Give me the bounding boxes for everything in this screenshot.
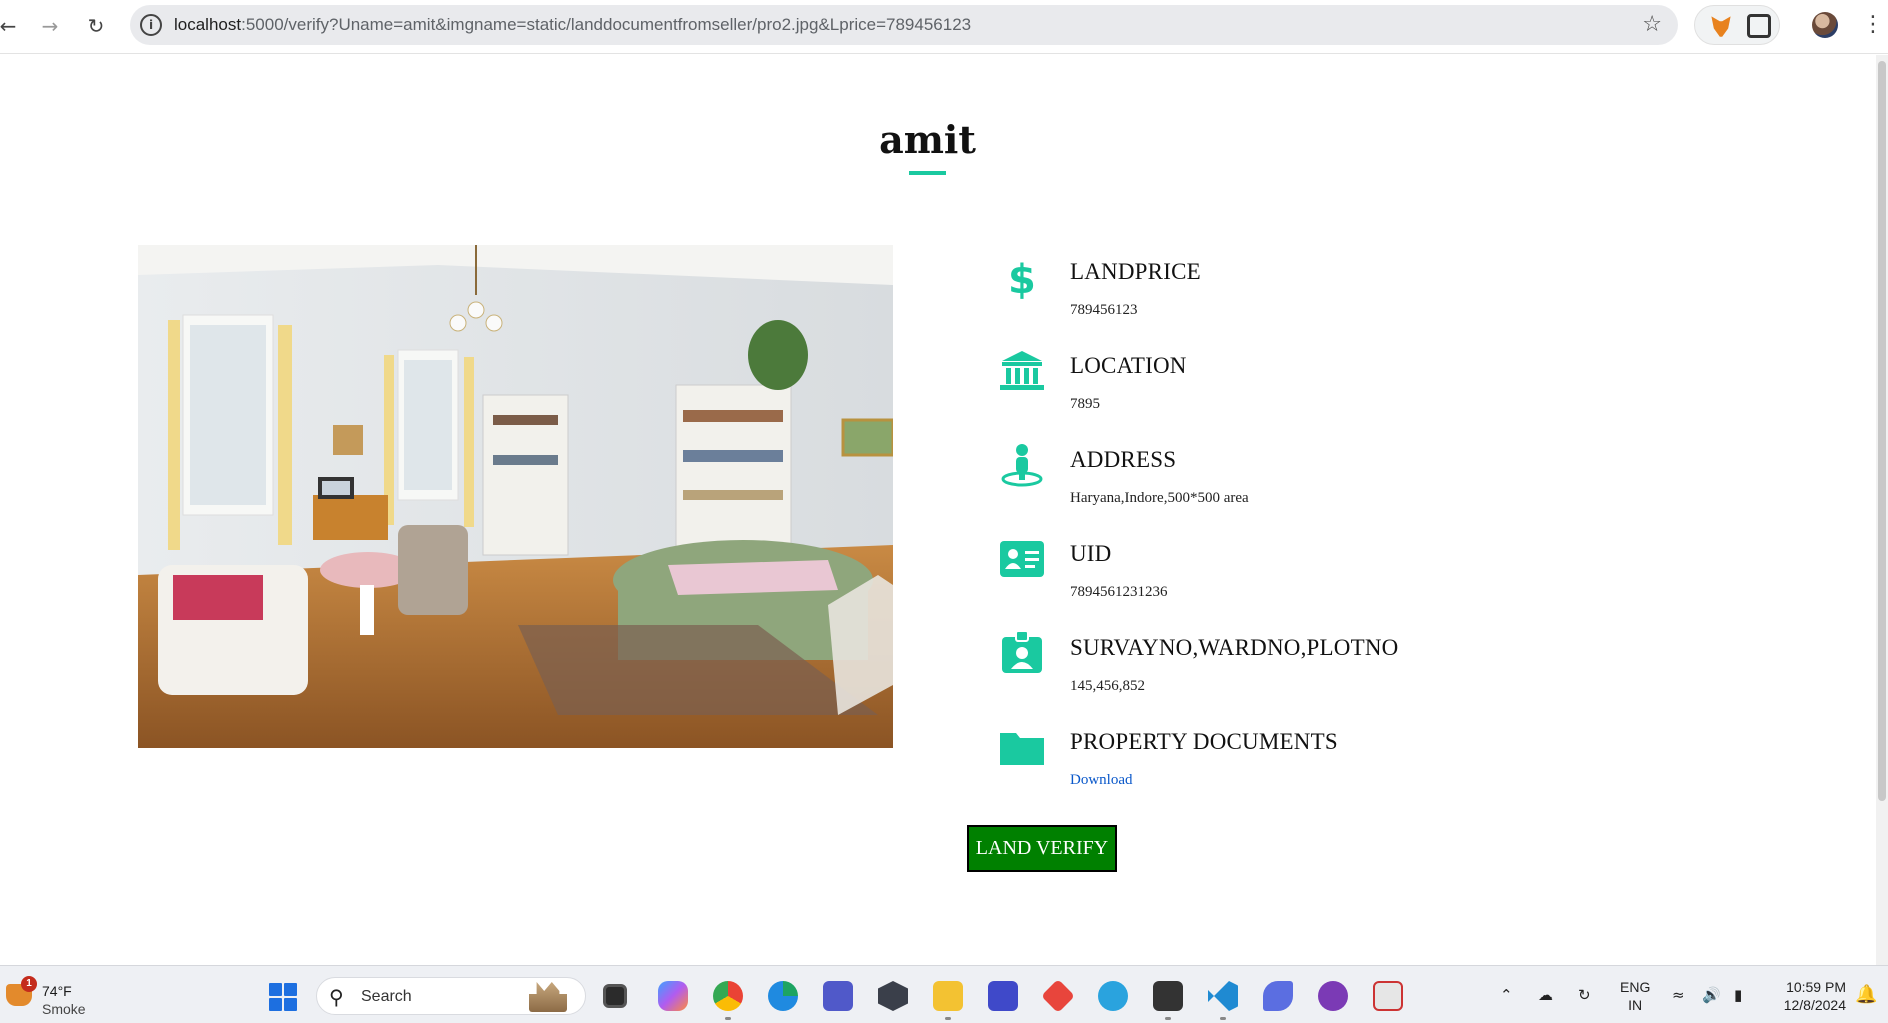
detail-property-documents: PROPERTY DOCUMENTS Download bbox=[1000, 715, 1720, 809]
detail-location: LOCATION 7895 bbox=[1000, 339, 1720, 433]
detail-value: 145,456,852 bbox=[1070, 678, 1145, 694]
battery-icon[interactable]: ▮ bbox=[1734, 966, 1742, 1023]
page-scrollbar[interactable] bbox=[1876, 55, 1888, 965]
badge-icon bbox=[1002, 631, 1042, 673]
dollar-icon: $ bbox=[1008, 257, 1036, 299]
vs-icon[interactable] bbox=[988, 981, 1018, 1011]
detail-value: Haryana,Indore,500*500 area bbox=[1070, 490, 1249, 506]
id-card-icon bbox=[1000, 541, 1044, 577]
property-details: $ LANDPRICE 789456123 LOCATION 7895 ADDR… bbox=[1000, 245, 1720, 809]
vscode-icon[interactable] bbox=[1208, 981, 1238, 1011]
profile-avatar[interactable] bbox=[1812, 12, 1838, 38]
language-indicator[interactable]: ENG IN bbox=[1620, 978, 1650, 1014]
detail-label: SURVAYNO,WARDNO,PLOTNO bbox=[1070, 635, 1399, 660]
detail-uid: UID 7894561231236 bbox=[1000, 527, 1720, 621]
running-indicator bbox=[945, 1017, 951, 1020]
search-highlight-icon bbox=[529, 982, 567, 1012]
lang-code: ENG bbox=[1620, 979, 1651, 995]
detail-label: LOCATION bbox=[1070, 353, 1187, 378]
file-explorer-icon[interactable] bbox=[933, 981, 963, 1011]
volume-icon[interactable]: 🔊 bbox=[1702, 966, 1721, 1023]
detail-landprice: $ LANDPRICE 789456123 bbox=[1000, 245, 1720, 339]
notification-badge: 1 bbox=[21, 976, 37, 992]
back-icon[interactable]: ← bbox=[0, 12, 22, 40]
notifications-bell-icon[interactable]: 🔔 bbox=[1855, 984, 1877, 1005]
scrollbar-thumb[interactable] bbox=[1878, 61, 1886, 801]
url-text[interactable]: localhost:5000/verify?Uname=amit&imgname… bbox=[174, 15, 971, 35]
extensions-puzzle-icon[interactable] bbox=[1747, 14, 1771, 38]
onedrive-icon[interactable]: ☁ bbox=[1538, 966, 1553, 1023]
weather-desc: Smoke bbox=[42, 1001, 86, 1017]
search-label: Search bbox=[361, 988, 412, 1005]
detail-value: 789456123 bbox=[1070, 302, 1138, 318]
tray-chevron-icon[interactable]: ⌃ bbox=[1500, 966, 1513, 1023]
browser-toolbar: ← → ↻ i localhost:5000/verify?Uname=amit… bbox=[0, 0, 1888, 54]
detail-label: PROPERTY DOCUMENTS bbox=[1070, 729, 1338, 754]
weather-widget[interactable]: 1 74°F Smoke bbox=[4, 974, 104, 1018]
lang-region: IN bbox=[1628, 997, 1643, 1013]
address-bar[interactable]: i localhost:5000/verify?Uname=amit&imgna… bbox=[130, 5, 1678, 45]
task-view-icon[interactable] bbox=[603, 984, 627, 1008]
unity-icon[interactable] bbox=[878, 981, 908, 1011]
detail-address: ADDRESS Haryana,Indore,500*500 area bbox=[1000, 433, 1720, 527]
search-icon: ⚲ bbox=[329, 985, 344, 1009]
wifi-icon[interactable]: ≈ bbox=[1672, 966, 1685, 1023]
teams-icon[interactable] bbox=[823, 981, 853, 1011]
url-host: localhost bbox=[174, 15, 242, 34]
metamask-fox-icon[interactable] bbox=[1711, 16, 1731, 37]
detail-label: LANDPRICE bbox=[1070, 259, 1201, 284]
folder-icon bbox=[1000, 733, 1044, 765]
detail-value: 7895 bbox=[1070, 396, 1100, 412]
extensions-group bbox=[1694, 5, 1780, 45]
edge-icon[interactable] bbox=[768, 981, 798, 1011]
windows-taskbar: 1 74°F Smoke ⚲ Search ⌃ ☁ ↻ ENG IN ≈ 🔊 ▮… bbox=[0, 965, 1888, 1023]
url-path: :5000/verify?Uname=amit&imgname=static/l… bbox=[241, 15, 972, 34]
detail-survey-ward-plot: SURVAYNO,WARDNO,PLOTNO 145,456,852 bbox=[1000, 621, 1720, 715]
title-underline bbox=[909, 171, 946, 175]
property-photo bbox=[138, 245, 893, 748]
detail-value: 7894561231236 bbox=[1070, 584, 1168, 600]
taskbar-search[interactable]: ⚲ Search bbox=[316, 977, 586, 1015]
site-info-icon[interactable]: i bbox=[140, 14, 162, 36]
git-icon[interactable] bbox=[1041, 979, 1075, 1013]
person-pin-icon bbox=[1001, 444, 1043, 487]
terminal-icon[interactable] bbox=[1153, 981, 1183, 1011]
copilot-icon[interactable] bbox=[658, 981, 688, 1011]
page-content: amit $ LANDPRICE 789456123 LOCATION 7895… bbox=[0, 55, 1876, 965]
telegram-icon[interactable] bbox=[1098, 981, 1128, 1011]
running-indicator bbox=[1220, 1017, 1226, 1020]
clock-date: 12/8/2024 bbox=[1783, 997, 1846, 1013]
windows-start-icon[interactable] bbox=[269, 983, 297, 1011]
svg-text:$: $ bbox=[1008, 257, 1036, 299]
page-title: amit bbox=[879, 117, 976, 162]
download-link[interactable]: Download bbox=[1070, 772, 1133, 789]
running-indicator bbox=[725, 1017, 731, 1020]
browser-menu-icon[interactable]: ⋮ bbox=[1862, 12, 1884, 37]
land-verify-button[interactable]: LAND VERIFY bbox=[967, 825, 1117, 872]
bookmark-star-icon[interactable]: ☆ bbox=[1642, 12, 1662, 37]
github-icon[interactable] bbox=[1318, 981, 1348, 1011]
clock-time: 10:59 PM bbox=[1786, 979, 1846, 995]
detail-label: ADDRESS bbox=[1070, 447, 1177, 472]
sync-icon[interactable]: ↻ bbox=[1578, 966, 1591, 1023]
bank-icon bbox=[1000, 351, 1044, 390]
detail-label: UID bbox=[1070, 541, 1112, 566]
reload-icon[interactable]: ↻ bbox=[82, 12, 110, 40]
forward-icon[interactable]: → bbox=[36, 12, 64, 40]
running-indicator bbox=[1165, 1017, 1171, 1020]
clock[interactable]: 10:59 PM 12/8/2024 bbox=[1770, 978, 1846, 1014]
weather-temp: 74°F bbox=[42, 983, 72, 999]
chrome-icon[interactable] bbox=[713, 981, 743, 1011]
snipping-icon[interactable] bbox=[1373, 981, 1403, 1011]
postman-icon[interactable] bbox=[1263, 981, 1293, 1011]
